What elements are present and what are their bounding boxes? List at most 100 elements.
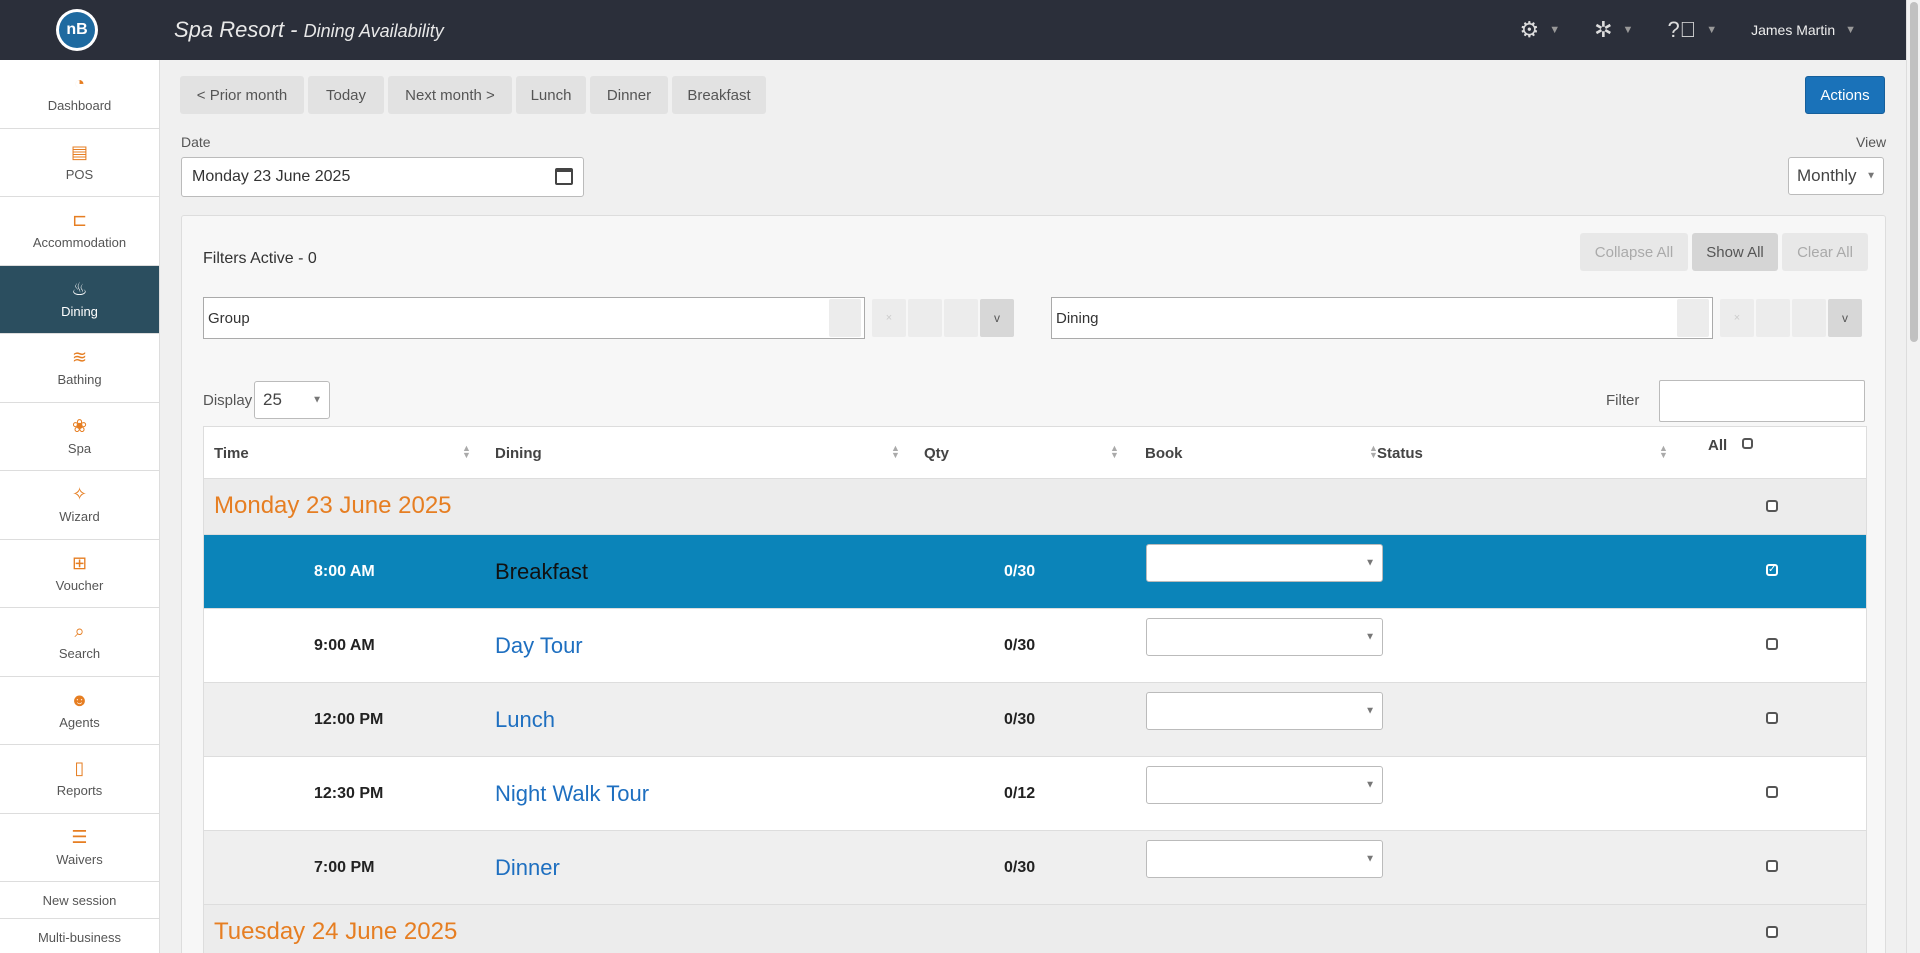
book-select[interactable]: ▼ xyxy=(1146,544,1383,582)
row-checkbox[interactable] xyxy=(1766,638,1778,650)
sidebar-item-dashboard[interactable]: ◔ Dashboard xyxy=(0,60,159,129)
show-all-button[interactable]: Show All xyxy=(1692,233,1778,271)
today-button[interactable]: Today xyxy=(308,76,384,114)
filter-input[interactable] xyxy=(1659,380,1865,422)
sidebar-item-accommodation[interactable]: ⊏ Accommodation xyxy=(0,197,159,266)
group-filter-option-button[interactable] xyxy=(944,299,978,337)
row-checkbox[interactable]: ✓ xyxy=(1766,564,1778,576)
group-checkbox[interactable] xyxy=(1766,926,1778,938)
row-dining-link[interactable]: Dinner xyxy=(495,855,560,881)
group-filter-input[interactable]: Group xyxy=(203,297,865,339)
report-icon: ▯ xyxy=(74,758,85,779)
header-time[interactable]: Time xyxy=(214,427,249,479)
dining-filter-input[interactable]: Dining xyxy=(1051,297,1713,339)
chevron-down-icon: ▼ xyxy=(1365,631,1375,643)
calendar-icon[interactable] xyxy=(555,168,573,185)
dining-filter-option-button[interactable] xyxy=(1677,299,1709,337)
row-qty: 0/12 xyxy=(1004,785,1036,802)
book-select[interactable]: ▼ xyxy=(1146,618,1383,656)
chevron-down-icon: ▼ xyxy=(1365,705,1375,717)
table-row[interactable]: 12:30 PM Night Walk Tour 0/12 ▼ xyxy=(204,756,1866,830)
book-select[interactable]: ▼ xyxy=(1146,840,1383,878)
dashboard-icon: ◔ xyxy=(74,73,85,94)
sidebar-item-label: Dining xyxy=(61,303,98,319)
group-filter-dropdown-button[interactable]: v xyxy=(980,299,1014,337)
sidebar-item-label: Reports xyxy=(56,783,103,799)
dinner-button[interactable]: Dinner xyxy=(590,76,668,114)
sidebar-item-pos[interactable]: ▤ POS xyxy=(0,129,159,197)
sidebar-item-agents[interactable]: ☻ Agents xyxy=(0,677,159,745)
sidebar-item-label: Agents xyxy=(59,714,100,730)
dining-filter-clear-button[interactable]: × xyxy=(1720,299,1754,337)
agents-icon: ☻ xyxy=(70,689,89,710)
sidebar-item-spa[interactable]: ❀ Spa xyxy=(0,403,159,471)
row-dining-link[interactable]: Day Tour xyxy=(495,633,583,659)
group-checkbox[interactable] xyxy=(1766,500,1778,512)
next-month-button[interactable]: Next month > xyxy=(388,76,512,114)
book-select[interactable]: ▼ xyxy=(1146,692,1383,730)
row-time: 7:00 PM xyxy=(314,859,375,876)
table-row[interactable]: 8:00 AM Breakfast 0/30 ▼ ✓ xyxy=(204,534,1866,608)
table-row[interactable]: 9:00 AM Day Tour 0/30 ▼ xyxy=(204,608,1866,682)
app-logo[interactable]: nB xyxy=(56,9,98,51)
group-filter-option-button[interactable] xyxy=(829,299,861,337)
clear-all-button[interactable]: Clear All xyxy=(1782,233,1868,271)
dining-filter-option-button[interactable] xyxy=(1756,299,1790,337)
sidebar-item-waivers[interactable]: ☰ Waivers xyxy=(0,814,159,882)
sidebar: ◔ Dashboard ▤ POS ⊏ Accommodation ♨ Dining ≋… xyxy=(0,60,160,953)
sidebar-item-bathing[interactable]: ≋ Bathing xyxy=(0,334,159,403)
user-menu[interactable]: James Martin ▼ xyxy=(1751,22,1856,38)
date-group-title: Monday 23 June 2025 xyxy=(214,492,452,519)
dining-filter-dropdown-button[interactable]: v xyxy=(1828,299,1862,337)
header-qty[interactable]: Qty xyxy=(924,427,949,479)
collapse-all-button[interactable]: Collapse All xyxy=(1580,233,1688,271)
chevron-down-icon: ▼ xyxy=(1365,853,1375,865)
row-dining-link[interactable]: Night Walk Tour xyxy=(495,781,649,807)
group-filter-placeholder: Group xyxy=(208,309,250,327)
row-dining-link[interactable]: Lunch xyxy=(495,707,555,733)
dining-filter-option-button[interactable] xyxy=(1792,299,1826,337)
row-qty: 0/30 xyxy=(1004,859,1036,876)
scrollbar-thumb[interactable] xyxy=(1910,2,1918,342)
sidebar-item-label: Bathing xyxy=(57,372,102,388)
book-select[interactable]: ▼ xyxy=(1146,766,1383,804)
row-time: 8:00 AM xyxy=(314,563,375,580)
header-status[interactable]: Status xyxy=(1377,427,1423,479)
lunch-button[interactable]: Lunch xyxy=(516,76,586,114)
row-checkbox[interactable] xyxy=(1766,786,1778,798)
new-session-link[interactable]: New session xyxy=(0,882,159,919)
sidebar-item-voucher[interactable]: ⊞ Voucher xyxy=(0,540,159,608)
table-row[interactable]: 7:00 PM Dinner 0/30 ▼ xyxy=(204,830,1866,904)
row-time: 12:00 PM xyxy=(314,711,384,728)
date-field[interactable]: Monday 23 June 2025 xyxy=(181,157,584,197)
sidebar-item-wizard[interactable]: ✧ Wizard xyxy=(0,471,159,540)
display-count-select[interactable]: 25 ▼ xyxy=(254,381,330,419)
view-select[interactable]: Monthly ▼ xyxy=(1788,157,1884,195)
row-checkbox[interactable] xyxy=(1766,860,1778,872)
tools-menu[interactable]: ✲ ▼ xyxy=(1594,17,1633,43)
row-time: 9:00 AM xyxy=(314,637,375,654)
app-name: Spa Resort xyxy=(174,17,285,42)
help-menu[interactable]: ?⃝ ▼ xyxy=(1667,17,1717,43)
breakfast-button[interactable]: Breakfast xyxy=(672,76,766,114)
sidebar-item-search[interactable]: ⌕ Search xyxy=(0,608,159,677)
sidebar-item-label: Dashboard xyxy=(47,98,112,114)
settings-menu[interactable]: ⚙ ▼ xyxy=(1519,17,1560,43)
group-filter-option-button[interactable] xyxy=(908,299,942,337)
row-dining-link[interactable]: Breakfast xyxy=(495,559,588,585)
group-filter-clear-button[interactable]: × xyxy=(872,299,906,337)
sidebar-item-reports[interactable]: ▯ Reports xyxy=(0,745,159,814)
table-row[interactable]: 12:00 PM Lunch 0/30 ▼ xyxy=(204,682,1866,756)
page-scrollbar[interactable] xyxy=(1906,0,1920,953)
header-dining[interactable]: Dining xyxy=(495,427,542,479)
select-all-checkbox[interactable] xyxy=(1742,438,1753,449)
dining-icon: ♨ xyxy=(71,278,88,299)
sidebar-item-dining[interactable]: ♨ Dining xyxy=(0,265,159,334)
table-header: Time ▲ ▼ Dining ▲ ▼ Qty ▲ ▼ Book ▲ ▼ Status … xyxy=(204,427,1866,479)
help-icon: ?⃝ xyxy=(1667,17,1697,42)
actions-button[interactable]: Actions xyxy=(1805,76,1885,114)
row-checkbox[interactable] xyxy=(1766,712,1778,724)
header-book[interactable]: Book xyxy=(1145,427,1183,479)
multi-business-link[interactable]: Multi-business xyxy=(0,919,159,953)
prior-month-button[interactable]: < Prior month xyxy=(180,76,304,114)
